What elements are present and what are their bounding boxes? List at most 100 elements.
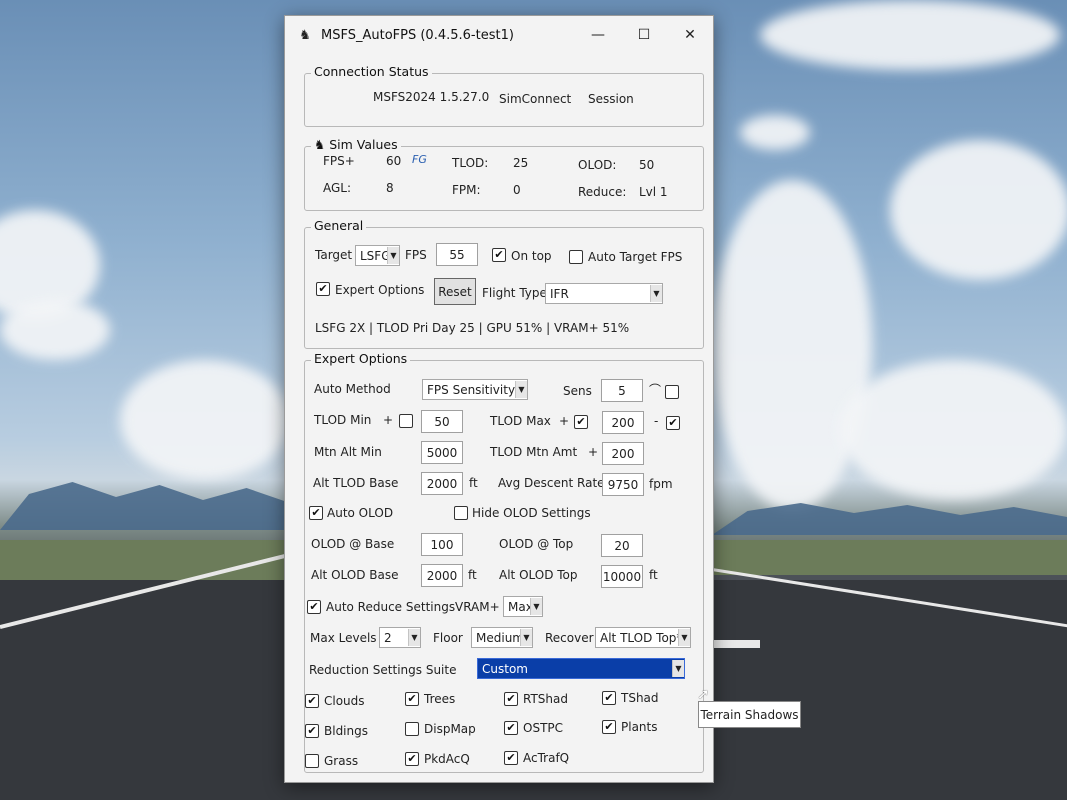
agl-value: 8 — [386, 181, 394, 195]
tlod-min-label: TLOD Min — [314, 413, 372, 427]
alt-olod-base-label: Alt OLOD Base — [311, 568, 399, 582]
pkdacq-label: PkdAcQ — [424, 752, 470, 766]
expert-options-checkbox[interactable]: ✔ — [316, 282, 330, 296]
ft-unit: ft — [468, 568, 477, 582]
sens-input[interactable]: 5 — [601, 379, 643, 402]
recover-label: Recover — [545, 631, 594, 645]
max-levels-dropdown[interactable]: 2 ▼ — [379, 627, 421, 648]
trees-label: Trees — [424, 692, 456, 706]
ontop-label: On top — [511, 249, 552, 263]
sens-curve-icon: ⌒ — [649, 383, 662, 397]
max-levels-label: Max Levels — [310, 631, 377, 645]
auto-target-checkbox[interactable] — [569, 250, 583, 264]
olod-top-label: OLOD @ Top — [499, 537, 574, 551]
plants-label: Plants — [621, 720, 658, 734]
tlod-min-input[interactable]: 50 — [421, 410, 463, 433]
tlod-min-checkbox[interactable] — [399, 414, 413, 428]
dispmap-checkbox[interactable] — [405, 722, 419, 736]
session-status: Session — [588, 92, 634, 106]
suite-dropdown[interactable]: Custom ▼ — [477, 658, 685, 679]
minimize-button[interactable]: — — [575, 16, 621, 54]
bldings-checkbox[interactable]: ✔ — [305, 724, 319, 738]
trees-checkbox[interactable]: ✔ — [405, 692, 419, 706]
vram-dropdown[interactable]: Max ▼ — [503, 596, 543, 617]
grass — [712, 540, 1067, 575]
auto-reduce-checkbox[interactable]: ✔ — [307, 600, 321, 614]
avg-descent-label: Avg Descent Rate — [498, 476, 605, 490]
ostpc-checkbox[interactable]: ✔ — [504, 721, 518, 735]
ontop-checkbox[interactable]: ✔ — [492, 248, 506, 262]
mtn-alt-min-input[interactable]: 5000 — [421, 441, 463, 464]
chevron-down-icon: ▼ — [387, 247, 399, 264]
sim-version: MSFS2024 1.5.27.0 — [373, 90, 490, 104]
maximize-button[interactable]: ☐ — [621, 16, 667, 54]
tlod-mtn-amt-label: TLOD Mtn Amt — [490, 445, 578, 459]
chevron-down-icon: ▼ — [520, 629, 532, 646]
auto-method-dropdown[interactable]: FPS Sensitivity ▼ — [422, 379, 528, 400]
actrafq-checkbox[interactable]: ✔ — [504, 751, 518, 765]
simconnect-status: SimConnect — [499, 92, 572, 106]
tlod-mtn-amt-plus: + — [588, 445, 599, 459]
app-window: ♞ MSFS_AutoFPS (0.4.5.6-test1) — ☐ ✕ Con… — [284, 15, 714, 783]
title-bar[interactable]: ♞ MSFS_AutoFPS (0.4.5.6-test1) — ☐ ✕ — [285, 16, 713, 54]
cloud — [0, 300, 110, 360]
dispmap-label: DispMap — [424, 722, 476, 736]
close-button[interactable]: ✕ — [667, 16, 713, 54]
rtshad-checkbox[interactable]: ✔ — [504, 692, 518, 706]
window-title: MSFS_AutoFPS (0.4.5.6-test1) — [321, 27, 514, 43]
suite-label: Reduction Settings Suite — [309, 663, 457, 677]
tlod-max-minus-checkbox[interactable]: ✔ — [666, 416, 680, 430]
clouds-checkbox[interactable]: ✔ — [305, 694, 319, 708]
tlod-min-plus: + — [383, 413, 394, 427]
ft-unit: ft — [649, 568, 658, 582]
olod-value: 50 — [639, 158, 655, 172]
app-icon: ♞ — [299, 27, 311, 43]
group-label: Expert Options — [311, 351, 411, 366]
cloud — [760, 0, 1060, 70]
olod-top-input[interactable]: 20 — [601, 534, 643, 557]
auto-reduce-label: Auto Reduce Settings — [326, 600, 456, 614]
tlod-max-input[interactable]: 200 — [602, 411, 644, 434]
auto-target-label: Auto Target FPS — [588, 250, 683, 264]
fpm-unit: fpm — [649, 477, 673, 491]
flight-type-dropdown[interactable]: IFR ▼ — [545, 283, 663, 304]
pkdacq-checkbox[interactable]: ✔ — [405, 752, 419, 766]
flight-type-label: Flight Type — [482, 286, 547, 300]
tlod-value: 25 — [513, 156, 529, 170]
recover-dropdown[interactable]: Alt TLOD Top* ▼ — [595, 627, 691, 648]
alt-olod-base-input[interactable]: 2000 — [421, 564, 463, 587]
cloud — [890, 140, 1067, 280]
sens-label: Sens — [563, 384, 592, 398]
expert-options-group: Expert Options Auto Method FPS Sensitivi… — [304, 351, 704, 773]
olod-base-input[interactable]: 100 — [421, 533, 463, 556]
avg-descent-input[interactable]: 9750 — [602, 473, 644, 496]
status-line: LSFG 2X | TLOD Pri Day 25 | GPU 51% | VR… — [315, 321, 630, 335]
plants-checkbox[interactable]: ✔ — [602, 720, 616, 734]
hide-olod-checkbox[interactable] — [454, 506, 468, 520]
tlod-max-plus: + — [559, 414, 570, 428]
fps-label: FPS+ — [323, 154, 355, 168]
rtshad-label: RTShad — [523, 692, 568, 706]
floor-label: Floor — [433, 631, 463, 645]
tlod-max-checkbox[interactable]: ✔ — [574, 415, 588, 429]
tlod-max-label: TLOD Max — [490, 414, 551, 428]
chevron-down-icon: ▼ — [650, 285, 662, 302]
sim-values-group: ♞ Sim Values FPS+ 60 FG TLOD: 25 OLOD: 5… — [304, 137, 704, 211]
auto-olod-checkbox[interactable]: ✔ — [309, 506, 323, 520]
tshad-checkbox[interactable]: ✔ — [602, 691, 616, 705]
floor-dropdown[interactable]: Medium ▼ — [471, 627, 533, 648]
actrafq-label: AcTrafQ — [523, 751, 570, 765]
fpm-value: 0 — [513, 183, 521, 197]
tlod-mtn-amt-input[interactable]: 200 — [602, 442, 644, 465]
alt-olod-top-input[interactable]: 10000 — [601, 565, 643, 588]
reset-button[interactable]: Reset — [434, 278, 476, 305]
fps-value: 60 — [386, 154, 402, 168]
grass-checkbox[interactable] — [305, 754, 319, 768]
sens-checkbox[interactable] — [665, 385, 679, 399]
target-dropdown[interactable]: LSFG ▼ — [355, 245, 400, 266]
ft-unit: ft — [469, 476, 478, 490]
grass-label: Grass — [324, 754, 359, 768]
target-fps-input[interactable]: 55 — [436, 243, 478, 266]
alt-tlod-base-input[interactable]: 2000 — [421, 472, 463, 495]
olod-base-label: OLOD @ Base — [311, 537, 395, 551]
